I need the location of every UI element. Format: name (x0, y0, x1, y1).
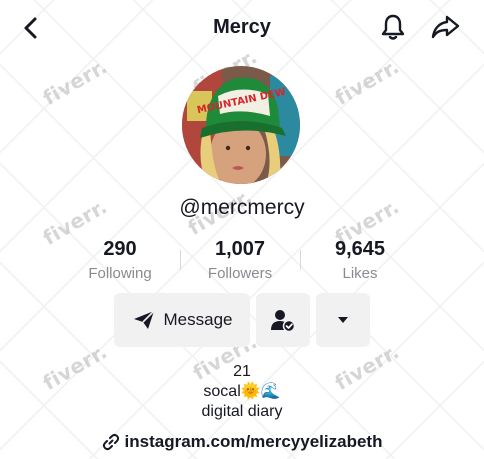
notification-button[interactable] (378, 12, 408, 42)
bio-text: socal (203, 383, 241, 400)
username: @mercmercy (179, 196, 305, 219)
stat-followers[interactable]: 1,007 Followers (180, 238, 300, 286)
avatar-image: MOUNTAIN DEW (182, 66, 300, 184)
profile-header: Mercy (0, 0, 484, 56)
caret-down-icon (338, 317, 348, 323)
stat-label: Following (88, 265, 152, 282)
watermark-text: fiverr. (38, 54, 112, 110)
bell-icon (381, 14, 405, 40)
person-check-icon (271, 310, 296, 332)
share-button[interactable] (428, 12, 462, 42)
bio-emojis: 🌞🌊 (240, 383, 281, 400)
message-button[interactable]: Message (114, 293, 250, 347)
paper-plane-icon (133, 310, 155, 329)
share-arrow-icon (431, 15, 460, 39)
stat-value: 1,007 (214, 238, 266, 260)
stat-value: 290 (103, 238, 137, 260)
bio-line: socal🌞🌊 (0, 382, 484, 402)
bio-line: 21 (233, 363, 251, 380)
bio-link[interactable]: instagram.com/mercyyelizabeth (0, 432, 484, 456)
message-button-label: Message (163, 310, 233, 329)
bio: 21 socal🌞🌊 digital diary (0, 362, 484, 422)
avatar[interactable]: MOUNTAIN DEW (182, 66, 300, 184)
stat-likes[interactable]: 9,645 Likes (300, 238, 420, 286)
stat-label: Followers (207, 265, 273, 282)
bio-line: digital diary (201, 403, 283, 420)
more-options-button[interactable] (316, 293, 370, 347)
stat-label: Likes (342, 265, 378, 282)
page-title: Mercy (213, 16, 271, 38)
watermark-text: fiverr. (330, 54, 404, 110)
link-icon (102, 433, 119, 451)
bio-link-text: instagram.com/mercyyelizabeth (124, 432, 383, 451)
friend-status-button[interactable] (256, 293, 310, 347)
stat-following[interactable]: 290 Following (60, 238, 180, 286)
profile-actions: Message (114, 293, 370, 347)
stat-value: 9,645 (334, 238, 386, 260)
profile-stats: 290 Following 1,007 Followers 9,645 Like… (60, 238, 420, 286)
